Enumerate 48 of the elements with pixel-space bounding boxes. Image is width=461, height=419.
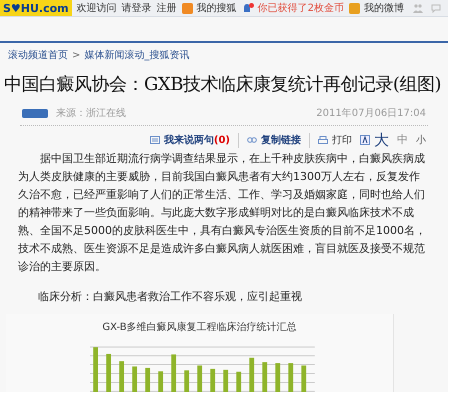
chat-icon[interactable] — [431, 4, 442, 12]
comment-link[interactable]: 我来说两句(0) — [164, 132, 230, 148]
chart-bar — [92, 347, 98, 392]
site-logo[interactable]: S♥HU.com — [0, 0, 72, 16]
font-size-icon — [360, 135, 370, 145]
chart-bar — [118, 361, 124, 392]
font-size-link[interactable]: 大 — [374, 128, 389, 152]
font-size-link[interactable]: 小 — [416, 132, 426, 148]
chart-bar — [158, 371, 163, 392]
printer-icon — [318, 136, 328, 144]
breadcrumb-link[interactable]: 滚动频道首页 — [8, 48, 68, 62]
chart-bar — [144, 368, 150, 392]
chart-bar — [196, 366, 202, 392]
chart-bar — [288, 363, 293, 392]
chart-bar — [274, 363, 280, 392]
chart-bar — [132, 366, 137, 392]
breadcrumb-separator: > — [72, 48, 80, 62]
chart-title: GX-B多维白癜风康复工程临床治疗统计汇总 — [102, 320, 297, 335]
people-icon[interactable] — [413, 4, 424, 12]
article-headline: 中国白癜风协会：GXB技术临床康复统计再创记录(组图) — [3, 74, 442, 96]
breadcrumb-link[interactable]: 媒体新闻滚动_搜狐资讯 — [84, 48, 190, 62]
article-paragraph: 据中国卫生部近期流行病学调查结果显示，在上千种皮肤疾病中，白癜风疾病成为人类皮肤健康的主要威胁，目前我国白癜风患者有大约1300万人左右，反复发作久治不愈，已经严重影响了人们的正常生活、工作、学习及婚姻家庭，同时也给人们的精神带来了一些负面影响。与此庞大数字形成鲜明对比的是白癜风临床技术不成熟、全国不足5000的皮肤科医生中，具有白癜风专治医生资质的目前不足1000名，技术不成熟、医生资源不足是造成许多白癜风病人就医困难，盲目就医及接受不规范诊治的主要原因。 — [17, 151, 427, 275]
top-link[interactable]: 请登录 — [122, 0, 152, 16]
app-icon[interactable] — [349, 2, 360, 14]
link-icon — [247, 136, 257, 144]
chart-bar — [210, 368, 215, 392]
chart-bar — [248, 358, 254, 392]
chart-bar — [106, 354, 111, 392]
chart-bar — [236, 372, 241, 392]
top-link[interactable]: 注册 — [156, 0, 177, 16]
copy-link[interactable]: 复制链接 — [261, 132, 301, 148]
chart-bar — [222, 370, 228, 392]
chart-bar — [184, 370, 189, 392]
source-logo — [22, 109, 48, 118]
top-link[interactable]: 我的搜狐 — [196, 0, 237, 16]
chart-bar — [300, 366, 306, 392]
coin-notice-link[interactable]: 你已获得了2枚金币 — [258, 0, 344, 16]
bell-icon[interactable] — [242, 2, 254, 14]
chart-bar — [170, 354, 176, 392]
print-link[interactable]: 打印 — [332, 132, 352, 148]
welcome-text: 欢迎访问 — [76, 2, 117, 16]
top-link[interactable]: 我的微博 — [364, 0, 404, 16]
article-source: 来源：浙江在线 — [56, 106, 126, 121]
app-icon[interactable] — [182, 2, 193, 14]
article-paragraph: 临床分析：白癜风患者救治工作不容乐观，应引起重视 — [37, 289, 303, 305]
comment-icon — [150, 136, 160, 144]
chart-bar — [262, 362, 267, 392]
publish-date: 2011年07月06日17:04 — [316, 107, 426, 121]
